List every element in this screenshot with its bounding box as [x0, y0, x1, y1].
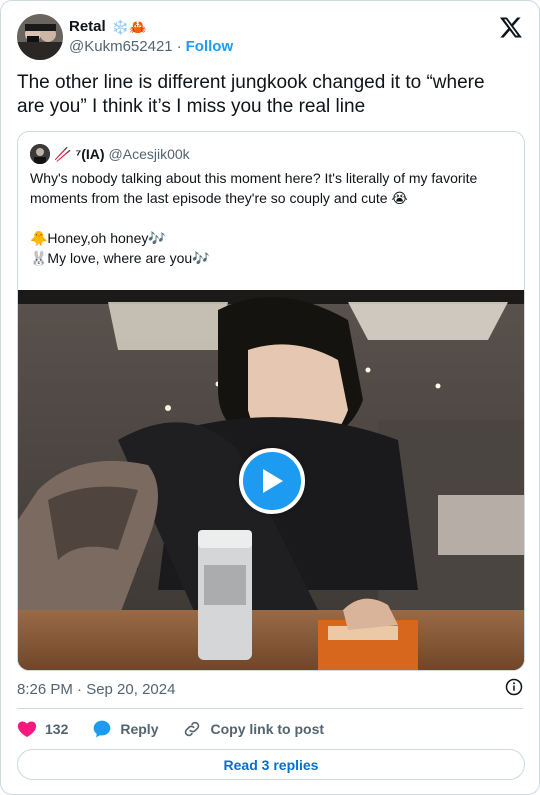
divider	[17, 708, 523, 709]
heart-icon	[17, 721, 37, 737]
quoted-tweet[interactable]: 🥢 ⁷(IA) @Acesjik00k Why's nobody talking…	[17, 131, 525, 671]
read-replies-button[interactable]: Read 3 replies	[17, 749, 525, 780]
like-count: 132	[45, 721, 69, 737]
reply-button[interactable]: Reply	[92, 719, 158, 739]
quoted-author-name: ⁷(IA)	[75, 146, 105, 162]
tweet-meta: 8:26 PM · Sep 20, 2024	[17, 678, 523, 700]
quoted-text-line: 🐥Honey,oh honey🎶	[30, 230, 166, 246]
tweet-text: The other line is different jungkook cha…	[17, 72, 485, 117]
video-thumbnail[interactable]	[18, 290, 524, 670]
reply-label: Reply	[120, 721, 159, 737]
copy-link-button[interactable]: Copy link to post	[182, 719, 324, 739]
link-icon	[185, 721, 200, 737]
author-handle[interactable]: @Kukm652421	[69, 37, 173, 57]
author-info: Retal ❄️🦀 @Kukm652421 · Follow	[69, 17, 233, 57]
play-icon	[263, 469, 283, 493]
follow-link[interactable]: Follow	[186, 37, 234, 57]
quoted-text-line: 🐰My love, where are you🎶	[30, 250, 210, 266]
quoted-tweet-text: Why's nobody talking about this moment h…	[30, 168, 516, 268]
reply-bubble-icon	[94, 720, 111, 738]
quoted-author-handle: @Acesjik00k	[108, 146, 190, 162]
like-button[interactable]: 132	[17, 719, 68, 739]
info-icon[interactable]	[505, 678, 523, 700]
quoted-text-paragraph: Why's nobody talking about this moment h…	[30, 170, 478, 206]
quoted-tweet-header: 🥢 ⁷(IA) @Acesjik00k	[30, 144, 190, 164]
embedded-tweet-card: Retal ❄️🦀 @Kukm652421 · Follow The other…	[0, 0, 540, 795]
quoted-name-prefix: 🥢	[54, 145, 72, 162]
copy-link-label: Copy link to post	[210, 721, 325, 737]
author-name[interactable]: Retal	[69, 17, 106, 37]
tweet-actions: 132 Reply Copy link to post	[17, 717, 348, 741]
author-name-emojis: ❄️🦀	[111, 19, 147, 35]
author-avatar[interactable]	[17, 14, 63, 60]
play-button[interactable]	[239, 448, 305, 514]
separator-dot: ·	[176, 38, 182, 55]
x-logo-icon[interactable]	[499, 15, 523, 39]
timestamp-link[interactable]: 8:26 PM · Sep 20, 2024	[17, 681, 175, 698]
tweet-header: Retal ❄️🦀 @Kukm652421 · Follow	[17, 13, 523, 61]
quoted-author-avatar	[30, 144, 50, 164]
